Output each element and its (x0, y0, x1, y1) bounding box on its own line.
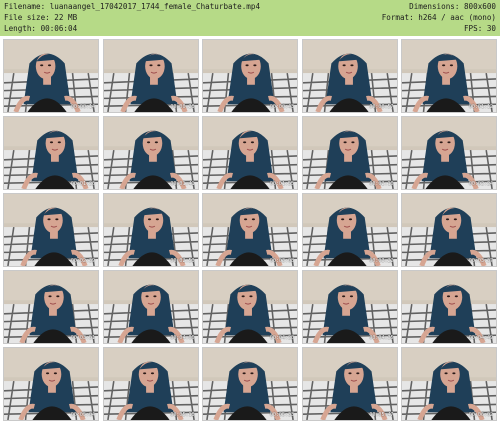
frame-timecode: 00:06:02 (468, 412, 493, 418)
dimensions-text: Dimensions: 800x600 (409, 2, 496, 11)
frame-timecode: 00:03:37 (468, 258, 493, 264)
video-frame-thumbnail: 00:00:43 (202, 39, 298, 113)
frame-image (302, 271, 397, 343)
frame-timecode: 00:05:04 (70, 412, 95, 418)
frame-image (4, 117, 98, 189)
frame-timecode: 00:03:51 (70, 335, 95, 341)
frame-image (302, 194, 397, 266)
video-frame-thumbnail: 00:06:02 (401, 347, 497, 421)
fps-text: FPS: 30 (463, 24, 496, 33)
frame-timecode: 00:01:12 (468, 104, 493, 110)
frame-image (302, 348, 397, 420)
frame-timecode: 00:02:53 (170, 258, 195, 264)
filename-text: Filename: luanaangel_17042017_1744_femal… (4, 2, 261, 11)
frame-timecode: 00:04:49 (468, 335, 493, 341)
frame-timecode: 00:00:14 (70, 104, 95, 110)
frame-image (103, 117, 198, 189)
frame-image (203, 117, 297, 189)
frame-timecode: 00:00:57 (369, 104, 394, 110)
frame-timecode: 00:04:35 (369, 335, 394, 341)
frame-timecode: 00:00:43 (269, 104, 294, 110)
video-frame-thumbnail: 00:02:53 (102, 193, 199, 267)
frame-timecode: 00:02:24 (468, 181, 493, 187)
filesize-text: File size: 22 MB (4, 13, 78, 22)
video-frame-thumbnail: 00:01:26 (3, 116, 99, 190)
frame-timecode: 00:02:39 (70, 258, 95, 264)
frame-image (203, 40, 297, 112)
video-frame-thumbnail: 00:03:22 (301, 193, 398, 267)
length-text: Length: 00:06:04 (4, 24, 78, 33)
frame-timecode: 00:00:28 (170, 104, 195, 110)
thumbnail-grid: 00:00:14 00:00:28 00:00:43 00:00:57 00:01:12… (3, 39, 497, 425)
video-frame-thumbnail: 00:04:20 (202, 270, 298, 344)
frame-timecode: 00:05:33 (269, 412, 294, 418)
video-frame-thumbnail: 00:05:47 (301, 347, 398, 421)
frame-timecode: 00:01:41 (170, 181, 195, 187)
frame-timecode: 00:02:10 (369, 181, 394, 187)
frame-image (103, 348, 198, 420)
frame-image (203, 194, 297, 266)
frame-image (4, 348, 98, 420)
frame-timecode: 00:05:47 (369, 412, 394, 418)
video-frame-thumbnail: 00:02:39 (3, 193, 99, 267)
frame-timecode: 00:01:26 (70, 181, 95, 187)
format-text: Format: h264 / aac (mono) (381, 13, 496, 22)
frame-image (103, 40, 198, 112)
video-frame-thumbnail: 00:04:49 (401, 270, 497, 344)
video-frame-thumbnail: 00:01:55 (202, 116, 298, 190)
frame-image (4, 40, 98, 112)
frame-image (302, 40, 397, 112)
frame-timecode: 00:01:55 (269, 181, 294, 187)
video-frame-thumbnail: 00:02:10 (301, 116, 398, 190)
video-frame-thumbnail: 00:00:28 (102, 39, 199, 113)
frame-image (402, 271, 496, 343)
frame-timecode: 00:05:18 (170, 412, 195, 418)
video-frame-thumbnail: 00:03:37 (401, 193, 497, 267)
video-frame-thumbnail: 00:04:06 (102, 270, 199, 344)
frame-image (402, 40, 496, 112)
video-frame-thumbnail: 00:04:35 (301, 270, 398, 344)
video-frame-thumbnail: 00:00:57 (301, 39, 398, 113)
video-frame-thumbnail: 00:05:18 (102, 347, 199, 421)
frame-image (402, 117, 496, 189)
frame-timecode: 00:03:08 (269, 258, 294, 264)
video-frame-thumbnail: 00:02:24 (401, 116, 497, 190)
video-frame-thumbnail: 00:03:08 (202, 193, 298, 267)
video-frame-thumbnail: 00:03:51 (3, 270, 99, 344)
info-header: Filename: luanaangel_17042017_1744_femal… (0, 0, 500, 36)
frame-image (103, 194, 198, 266)
video-frame-thumbnail: 00:01:12 (401, 39, 497, 113)
frame-image (103, 271, 198, 343)
frame-image (4, 271, 98, 343)
video-frame-thumbnail: 00:01:41 (102, 116, 199, 190)
frame-image (302, 117, 397, 189)
contact-sheet: Filename: luanaangel_17042017_1744_femal… (0, 0, 500, 428)
frame-timecode: 00:03:22 (369, 258, 394, 264)
video-frame-thumbnail: 00:05:04 (3, 347, 99, 421)
frame-image (203, 271, 297, 343)
frame-timecode: 00:04:20 (269, 335, 294, 341)
video-frame-thumbnail: 00:05:33 (202, 347, 298, 421)
frame-image (402, 194, 496, 266)
frame-image (4, 194, 98, 266)
frame-image (203, 348, 297, 420)
frame-timecode: 00:04:06 (170, 335, 195, 341)
video-frame-thumbnail: 00:00:14 (3, 39, 99, 113)
frame-image (402, 348, 496, 420)
